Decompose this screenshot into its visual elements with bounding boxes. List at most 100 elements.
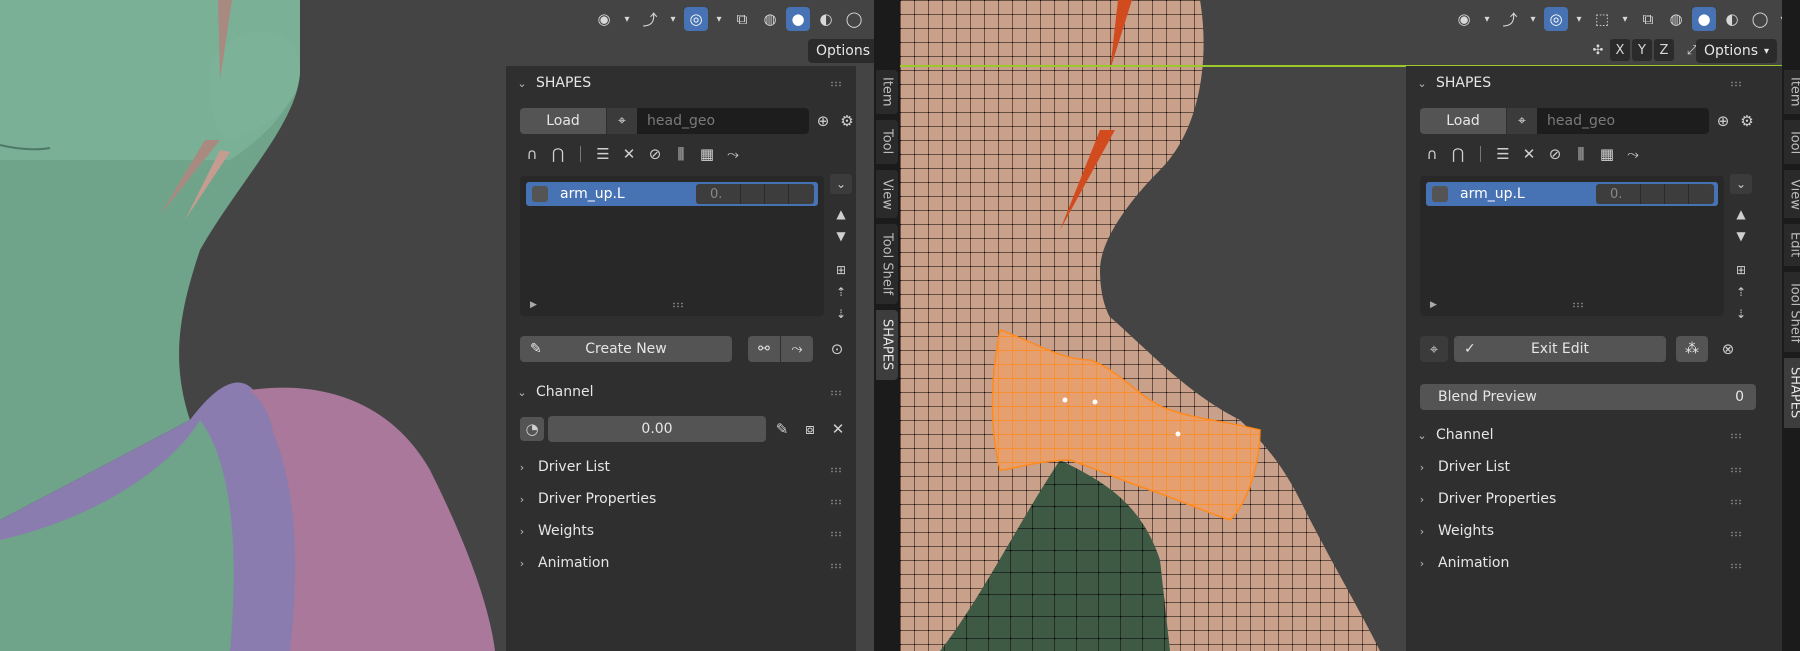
- material-shading-icon[interactable]: ◐: [814, 7, 838, 31]
- axis-x-toggle[interactable]: X: [1610, 39, 1630, 61]
- chevron-down-icon[interactable]: ▾: [712, 7, 726, 31]
- geo-field[interactable]: head_geo: [637, 108, 809, 134]
- drag-handle-icon[interactable]: [1730, 531, 1742, 537]
- magnet-filled-icon[interactable]: ⋂: [1446, 142, 1470, 166]
- chevron-down-icon[interactable]: ▾: [1480, 7, 1494, 31]
- mesh-edit-overlay-icon[interactable]: ⬚: [1590, 7, 1614, 31]
- drag-handle-icon[interactable]: [830, 390, 842, 396]
- move-down-icon[interactable]: ▼: [830, 226, 852, 246]
- drop-icon[interactable]: ⌖: [1420, 336, 1448, 362]
- drag-handle-icon[interactable]: [1730, 499, 1742, 505]
- magnet-filled-icon[interactable]: ⋂: [546, 142, 570, 166]
- close-icon[interactable]: ✕: [826, 417, 850, 441]
- xray-icon[interactable]: ⧉: [730, 7, 754, 31]
- chevron-down-icon[interactable]: ▾: [1618, 7, 1632, 31]
- chevron-down-icon[interactable]: ▾: [1526, 7, 1540, 31]
- expand-triangle-icon[interactable]: ▶: [530, 300, 537, 310]
- geo-field[interactable]: head_geo: [1537, 108, 1709, 134]
- symmetry-icon[interactable]: ⫼: [1569, 142, 1593, 166]
- material-shading-icon[interactable]: ◐: [1720, 7, 1744, 31]
- drag-handle-icon[interactable]: [1730, 563, 1742, 569]
- globe-icon[interactable]: ⊕: [811, 109, 835, 133]
- more-icon[interactable]: ⊙: [825, 337, 849, 361]
- mirror-icon[interactable]: ✕: [1517, 142, 1541, 166]
- drag-handle-icon[interactable]: [830, 531, 842, 537]
- tab-tool[interactable]: Tool: [876, 120, 898, 164]
- section-driver-list[interactable]: › Driver List: [516, 455, 610, 479]
- section-animation[interactable]: › Animation: [516, 551, 610, 575]
- tab-view[interactable]: View: [876, 170, 898, 218]
- drag-handle-icon[interactable]: [1730, 81, 1742, 87]
- drag-handle-icon[interactable]: [1730, 433, 1742, 439]
- wireframe-shading-icon[interactable]: ◍: [758, 7, 782, 31]
- link-icon[interactable]: ⊘: [643, 142, 667, 166]
- move-down-icon[interactable]: ▼: [1730, 226, 1752, 246]
- rendered-shading-icon[interactable]: ◯: [1748, 7, 1772, 31]
- grid-icon[interactable]: ▦: [695, 142, 719, 166]
- toggle-icon[interactable]: ⧇: [798, 417, 822, 441]
- load-button[interactable]: Load: [1420, 108, 1506, 134]
- chevron-down-icon[interactable]: ▾: [620, 7, 634, 31]
- symmetry-icon[interactable]: ⫼: [669, 142, 693, 166]
- list-icon[interactable]: ☰: [1491, 142, 1515, 166]
- visibility-icon[interactable]: ◉: [592, 7, 616, 31]
- drop-icon[interactable]: ⌖: [607, 108, 637, 134]
- add-driver-icon[interactable]: ⚯: [748, 336, 780, 362]
- shape-list[interactable]: arm_up.L 0. ▶: [1420, 176, 1724, 316]
- resize-handle-icon[interactable]: [672, 302, 684, 308]
- gizmo-icon[interactable]: ⤴: [1498, 7, 1522, 31]
- create-new-button[interactable]: ✎ Create New: [520, 336, 732, 362]
- list-menu-button[interactable]: ⌄: [830, 174, 852, 194]
- section-animation[interactable]: › Animation: [1416, 551, 1510, 575]
- channel-header[interactable]: ⌄ Channel: [1416, 423, 1493, 447]
- viewport-left[interactable]: ◉ ▾ ⤴ ▾ ◎ ▾ ⧉ ◍ ● ◐ ◯ ▾ Options ▾ ⌄ SHAP…: [0, 0, 874, 651]
- drag-handle-icon[interactable]: [830, 499, 842, 505]
- drag-handle-icon[interactable]: [1730, 467, 1742, 473]
- tab-shapes[interactable]: SHAPES: [1784, 358, 1800, 428]
- exit-edit-button[interactable]: ✓ Exit Edit: [1454, 336, 1666, 362]
- mirror-icon[interactable]: ✕: [617, 142, 641, 166]
- move-up-icon[interactable]: ▲: [830, 204, 852, 224]
- pose-icon[interactable]: ⤳: [1621, 142, 1645, 166]
- load-button[interactable]: Load: [520, 108, 606, 134]
- import-icon[interactable]: ⇡: [1730, 282, 1752, 302]
- vertex-select-icon[interactable]: ⁂: [1676, 336, 1708, 362]
- channel-value-field[interactable]: 0.00: [548, 416, 766, 442]
- channel-header[interactable]: ⌄ Channel: [516, 380, 593, 404]
- move-up-icon[interactable]: ▲: [1730, 204, 1752, 224]
- section-driver-properties[interactable]: › Driver Properties: [1416, 487, 1557, 511]
- visibility-icon[interactable]: ◉: [1452, 7, 1476, 31]
- channel-type-icon[interactable]: ◔: [520, 417, 544, 441]
- chevron-down-icon[interactable]: ▾: [666, 7, 680, 31]
- tab-item[interactable]: Item: [1784, 70, 1800, 114]
- viewport-right[interactable]: ◉ ▾ ⤴ ▾ ◎ ▾ ⬚ ▾ ⧉ ◍ ● ◐ ◯ ▾ ✣ X Y Z ⤢ Op…: [900, 0, 1782, 651]
- panel-header[interactable]: ⌄ SHAPES: [1416, 71, 1491, 95]
- import-icon[interactable]: ⇡: [830, 282, 852, 302]
- globe-icon[interactable]: ⊕: [1711, 109, 1735, 133]
- tab-tool[interactable]: Tool: [1784, 120, 1800, 164]
- section-weights[interactable]: › Weights: [516, 519, 594, 543]
- drop-icon[interactable]: ⌖: [1507, 108, 1537, 134]
- add-folder-icon[interactable]: ⊞: [1730, 260, 1752, 280]
- tab-view[interactable]: View: [1784, 170, 1800, 218]
- axis-y-toggle[interactable]: Y: [1632, 39, 1652, 61]
- overlays-icon[interactable]: ◎: [1544, 7, 1568, 31]
- list-icon[interactable]: ☰: [591, 142, 615, 166]
- rendered-shading-icon[interactable]: ◯: [842, 7, 866, 31]
- section-driver-properties[interactable]: › Driver Properties: [516, 487, 657, 511]
- expand-triangle-icon[interactable]: ▶: [1430, 300, 1437, 310]
- cancel-circle-icon[interactable]: ⊗: [1716, 337, 1740, 361]
- list-item[interactable]: arm_up.L 0.: [1426, 182, 1718, 206]
- add-folder-icon[interactable]: ⊞: [830, 260, 852, 280]
- drag-handle-icon[interactable]: [830, 81, 842, 87]
- tab-item[interactable]: Item: [876, 70, 898, 114]
- wireframe-shading-icon[interactable]: ◍: [1664, 7, 1688, 31]
- overlays-icon[interactable]: ◎: [684, 7, 708, 31]
- tab-tool-shelf[interactable]: Tool Shelf: [1784, 272, 1800, 352]
- magnet-icon[interactable]: ∩: [1420, 142, 1444, 166]
- section-weights[interactable]: › Weights: [1416, 519, 1494, 543]
- mirror-icon[interactable]: ✣: [1588, 39, 1608, 61]
- checkbox[interactable]: [1432, 186, 1448, 202]
- checkbox[interactable]: [532, 186, 548, 202]
- list-item[interactable]: arm_up.L 0.: [526, 182, 818, 206]
